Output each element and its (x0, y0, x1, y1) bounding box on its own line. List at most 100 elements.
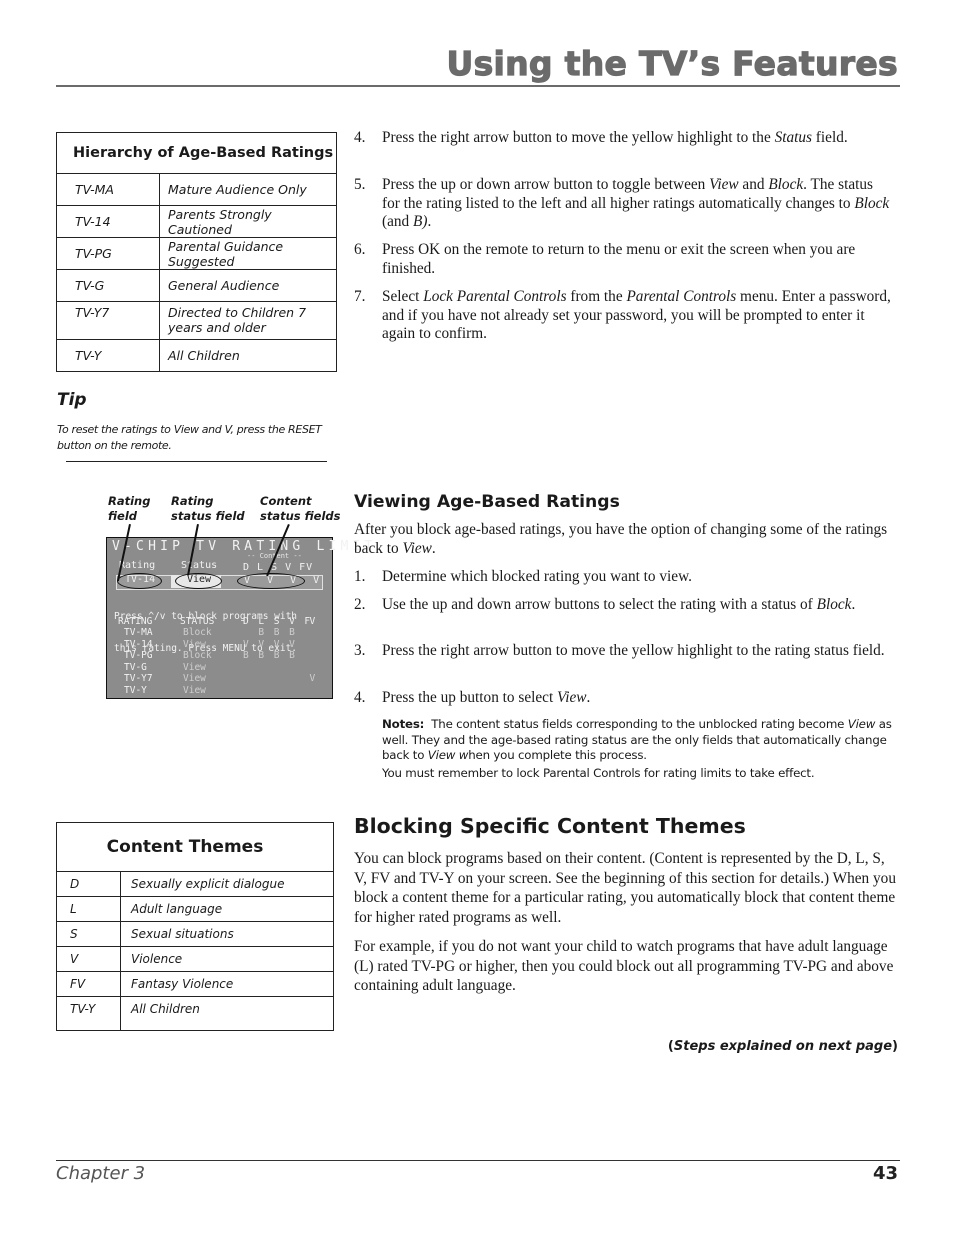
table-row: TV-PG Parental Guidance Suggested (56, 237, 337, 270)
description-cell: Sexually explicit dialogue (120, 871, 334, 897)
rating-cell: TV-Y (56, 339, 160, 372)
step-item: 4. Press the up button to select View. (354, 689, 894, 708)
tv-row-rating: TV-PG (124, 650, 153, 661)
step-text: Press OK on the remote to return to the … (382, 241, 856, 277)
step-text: Select Lock Parental Controls from the P… (382, 288, 891, 342)
tv-screen-illustration: V-CHIP TV RATING LIMIT -- Content -- Rat… (106, 537, 372, 699)
step-text: Press the up or down arrow button to tog… (382, 176, 890, 230)
tv-row-content (243, 662, 315, 673)
page-title: Using the TV’s Features (446, 43, 898, 83)
callout-line: Rating (108, 494, 151, 508)
step-text: Press the right arrow button to move the… (382, 129, 848, 146)
callout-rating-field: Rating field (108, 494, 150, 524)
code-cell: TV-Y (56, 996, 121, 1031)
rating-cell: TV-PG (56, 237, 160, 270)
tip-title: Tip (57, 390, 87, 410)
step-text: Press the right arrow button to move the… (382, 642, 885, 659)
description-cell: General Audience (159, 269, 337, 302)
rating-cell: TV-Y7 (56, 301, 160, 340)
table-row: FV Fantasy Violence (56, 971, 334, 997)
footer-rule (56, 1160, 900, 1161)
emphasis: View w (427, 748, 469, 762)
hierarchy-table-title: Hierarchy of Age-Based Ratings (56, 132, 337, 174)
tv-row-rating: TV-14 (124, 638, 153, 650)
blocking-paragraph-1: You can block programs based on their co… (354, 850, 896, 926)
table-row: L Adult language (56, 896, 334, 922)
step-number: 1. (354, 568, 366, 585)
emphasis: Block (816, 596, 852, 613)
tv-row-content: V (243, 673, 316, 684)
step-number: 4. (354, 689, 366, 706)
emphasis: Parental Controls (626, 288, 737, 305)
footer-chapter: Chapter 3 (56, 1163, 146, 1184)
code-cell: D (56, 871, 121, 897)
emphasis: Block (854, 194, 890, 212)
tv-row-rating: TV-MA (124, 627, 153, 638)
step-number: 3. (354, 642, 366, 659)
description-cell: Fantasy Violence (120, 971, 334, 997)
rating-cell: TV-14 (56, 205, 160, 238)
tv-row-rating: TV-Y7 (124, 673, 153, 684)
emphasis: View (847, 717, 876, 731)
table-row: TV-G General Audience (56, 269, 337, 302)
next-page-text: Steps explained on next page (673, 1039, 893, 1054)
tv-row-rating: TV-Y (124, 684, 147, 696)
callout-line: Content (260, 494, 312, 508)
table-row: TV-Y All Children (56, 339, 337, 372)
step-item: 5. Press the up or down arrow button to t… (354, 176, 894, 232)
tip-text: To reset the ratings to View and V, pres… (57, 423, 322, 452)
description-cell: Violence (120, 946, 334, 972)
table-row: TV-14 Parents Strongly Cautioned (56, 205, 337, 238)
table-row: TV-MA Mature Audience Only (56, 173, 337, 206)
code-cell: S (56, 921, 121, 947)
step-item: 3. Press the right arrow button to move t… (354, 642, 894, 661)
callout-line: status fields (260, 509, 341, 523)
step-item: 4. Press the right arrow button to move t… (354, 129, 894, 148)
tv-list-header-status: STATUS (180, 616, 215, 627)
tv-row-status: Block (183, 650, 212, 661)
rating-cell: TV-G (56, 269, 160, 302)
tv-list-header-content: D L S V FV (243, 616, 315, 627)
step-text: Determine which blocked rating you want … (382, 568, 692, 585)
description-cell: Parents Strongly Cautioned (159, 205, 337, 238)
section-title-viewing: Viewing Age-Based Ratings (354, 492, 620, 512)
emphasis: Block (768, 176, 804, 193)
notes-reminder: You must remember to lock Parental Contr… (382, 766, 815, 780)
emphasis: B) (413, 213, 428, 230)
tv-status-column-label: Status (181, 560, 218, 571)
tv-row-content: B B B (243, 627, 315, 638)
tv-row-content (243, 685, 315, 696)
step-item: 6. Press OK on the remote to return to th… (354, 241, 894, 278)
step-text: Use the up and down arrow buttons to sel… (382, 596, 856, 613)
step-text: Press the up button to select View. (382, 689, 591, 706)
step-item: 7. Select Lock Parental Controls from the… (354, 288, 894, 344)
next-page-note: (Steps explained on next page) (668, 1039, 898, 1054)
tv-row-rating: TV-G (124, 661, 147, 673)
notes-label: Notes: (382, 717, 425, 731)
step-number: 7. (354, 288, 366, 305)
step-item: 1. Determine which blocked rating you wan… (354, 568, 894, 587)
step-number: 5. (354, 176, 366, 193)
callout-oval-status (175, 573, 222, 589)
emphasis: Status (774, 129, 812, 146)
hierarchy-table: Hierarchy of Age-Based Ratings TV-MA Matu… (56, 132, 337, 372)
table-row: V Violence (56, 946, 334, 972)
tv-row-status: View (183, 638, 206, 650)
description-cell: Mature Audience Only (159, 173, 337, 206)
tv-screen-title: V-CHIP TV RATING LIMIT (112, 539, 377, 554)
tv-list-header-rating: RATING (118, 616, 153, 627)
emphasis: View (402, 540, 432, 557)
emphasis: Lock Parental Controls (423, 288, 567, 305)
blocking-paragraph-2: For example, if you do not want your chi… (354, 938, 894, 994)
tv-content-columns: D L S V FV (243, 562, 314, 573)
paren-close: ) (892, 1039, 898, 1054)
section-title-blocking: Blocking Specific Content Themes (354, 814, 746, 838)
code-cell: FV (56, 971, 121, 997)
tv-row-status: View (183, 673, 206, 684)
callout-rating-status-field: Rating status field (171, 494, 245, 524)
viewing-intro: After you block age-based ratings, you h… (354, 521, 888, 557)
emphasis: View (709, 176, 739, 193)
tv-row-content: V V V V (243, 638, 315, 650)
description-cell: Sexual situations (120, 921, 334, 947)
rating-cell: TV-MA (56, 173, 160, 206)
